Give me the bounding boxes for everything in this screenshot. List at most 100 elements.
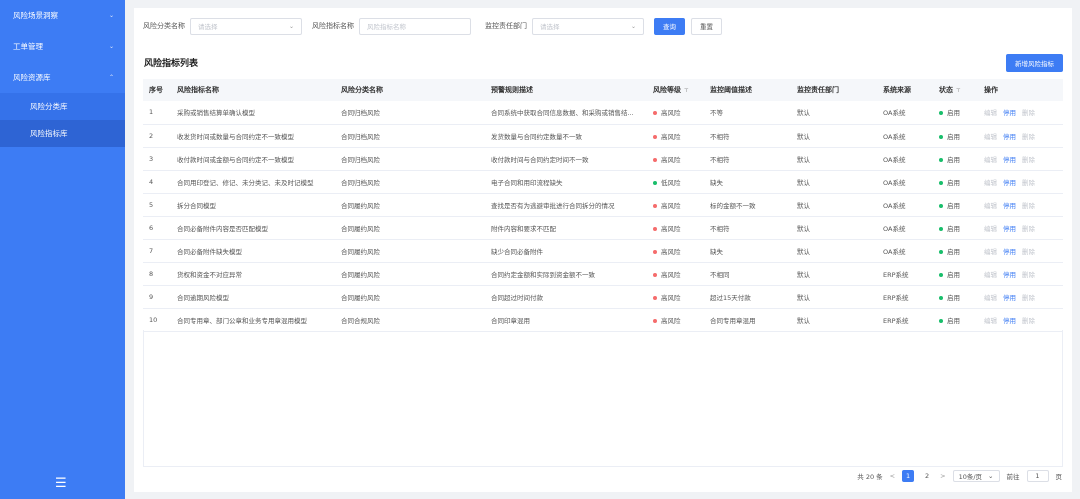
delete-button[interactable]: 删除: [1022, 109, 1035, 117]
cell-source: ERP系统: [883, 293, 909, 302]
page-size-value: 10条/页: [958, 473, 983, 481]
status-dot-icon: [939, 295, 943, 300]
edit-button[interactable]: 编辑: [984, 109, 997, 117]
cell-status: 启用: [933, 170, 978, 193]
chevron-down-icon: ⌄: [108, 43, 114, 50]
cell-category: 合同归档风险: [341, 132, 380, 141]
edit-button[interactable]: 编辑: [984, 317, 997, 325]
cell-rule: 合同印章混用: [491, 316, 530, 325]
status-dot-icon: [939, 249, 943, 254]
header-status-label: 状态: [939, 86, 953, 94]
filter-icon[interactable]: ⊤: [956, 88, 961, 94]
page-2[interactable]: 2: [921, 470, 933, 482]
disable-button[interactable]: 停用: [1003, 225, 1016, 233]
status-text: 启用: [947, 155, 960, 164]
status-text: 启用: [947, 109, 960, 118]
disable-button[interactable]: 停用: [1003, 133, 1016, 141]
cell-rule: 合同超过时间付款: [491, 293, 543, 302]
category-placeholder: 请选择: [198, 23, 218, 31]
edit-button[interactable]: 编辑: [984, 225, 997, 233]
status-text: 启用: [947, 132, 960, 141]
cell-status: 启用: [933, 285, 978, 308]
status-dot-icon: [939, 111, 943, 116]
cell-ops: 编辑 停用 删除: [978, 147, 1063, 170]
delete-button[interactable]: 删除: [1022, 179, 1035, 187]
page-1[interactable]: 1: [902, 470, 915, 482]
cell-no: 7: [149, 246, 154, 255]
prev-page-icon[interactable]: <: [890, 472, 895, 480]
cell-ops: 编辑 停用 删除: [978, 285, 1063, 308]
cell-category: 合同归档风险: [341, 155, 380, 164]
menu-risk-resource[interactable]: 风险资源库 ⌃: [0, 62, 125, 93]
delete-button[interactable]: 删除: [1022, 225, 1035, 233]
delete-button[interactable]: 删除: [1022, 156, 1035, 164]
dept-select[interactable]: 请选择 ⌄: [532, 17, 644, 35]
cell-no: 2: [149, 131, 154, 140]
page-size-select[interactable]: 10条/页 ⌄: [952, 470, 1000, 482]
risk-dot-icon: [653, 134, 657, 139]
cell-rule: 合同系统中获取合同信息数据、和采购或销售结...: [491, 109, 634, 118]
table-row: 7 合同必备附件缺失模型 合同履约风险 缺少合同必备附件 高风险 缺失 默认 OA系统 启用 编辑…: [143, 239, 1063, 262]
add-indicator-button[interactable]: 新增风险指标: [1006, 54, 1063, 72]
edit-button[interactable]: 编辑: [984, 202, 997, 210]
delete-button[interactable]: 删除: [1022, 202, 1035, 210]
edit-button[interactable]: 编辑: [984, 133, 997, 141]
query-button[interactable]: 查询: [654, 17, 685, 35]
edit-button[interactable]: 编辑: [984, 156, 997, 164]
goto-input[interactable]: 1: [1026, 470, 1049, 482]
delete-button[interactable]: 删除: [1022, 133, 1035, 141]
cell-rule: 发货数量与合同约定数量不一致: [491, 132, 582, 141]
header-status: 状态 ⊤: [933, 79, 978, 101]
category-select[interactable]: 请选择 ⌄: [190, 17, 302, 35]
disable-button[interactable]: 停用: [1003, 294, 1016, 302]
indicator-label: 风险指标名称: [312, 22, 354, 30]
cell-rule: 缺少合同必备附件: [491, 247, 543, 256]
chevron-down-icon: ⌄: [288, 22, 294, 30]
cell-source: OA系统: [883, 201, 906, 210]
table-header-row: 序号 风险指标名称 风险分类名称 预警规则描述 风险等级 ⊤ 监控阈值描述 监控责…: [143, 79, 1063, 101]
chevron-up-icon: ⌃: [108, 74, 114, 81]
menu-risk-scenario[interactable]: 风险场景洞察 ⌄: [0, 0, 125, 31]
edit-button[interactable]: 编辑: [984, 271, 997, 279]
delete-button[interactable]: 删除: [1022, 248, 1035, 256]
level-text: 高风险: [661, 247, 681, 256]
delete-button[interactable]: 删除: [1022, 294, 1035, 302]
disable-button[interactable]: 停用: [1003, 109, 1016, 117]
cell-status: 启用: [933, 262, 978, 285]
dept-placeholder: 请选择: [540, 23, 560, 31]
delete-button[interactable]: 删除: [1022, 317, 1035, 325]
header-category: 风险分类名称: [341, 86, 383, 94]
menu-collapse-icon[interactable]: ☰: [55, 476, 67, 491]
next-page-icon[interactable]: >: [940, 472, 945, 480]
sidebar-item-risk-category[interactable]: 风险分类库: [0, 93, 125, 120]
disable-button[interactable]: 停用: [1003, 179, 1016, 187]
filter-bar: 风险分类名称 请选择 ⌄ 风险指标名称 风险指标名称 监控责任部门 请选择 ⌄ …: [143, 17, 722, 35]
disable-button[interactable]: 停用: [1003, 156, 1016, 164]
cell-level: 高风险: [647, 308, 704, 331]
disable-button[interactable]: 停用: [1003, 248, 1016, 256]
cell-ops: 编辑 停用 删除: [978, 101, 1063, 124]
level-text: 高风险: [661, 270, 681, 279]
filter-icon[interactable]: ⊤: [684, 88, 689, 94]
risk-dot-icon: [653, 226, 657, 231]
level-text: 高风险: [661, 293, 681, 302]
edit-button[interactable]: 编辑: [984, 248, 997, 256]
disable-button[interactable]: 停用: [1003, 317, 1016, 325]
disable-button[interactable]: 停用: [1003, 271, 1016, 279]
disable-button[interactable]: 停用: [1003, 202, 1016, 210]
indicator-input[interactable]: 风险指标名称: [359, 17, 471, 35]
header-dept: 监控责任部门: [797, 86, 839, 94]
edit-button[interactable]: 编辑: [984, 179, 997, 187]
table-row: 10 合同专用章、部门公章和业务专用章混用模型 合同合规风险 合同印章混用 高风险 合同专…: [143, 308, 1063, 331]
header-no: 序号: [149, 86, 163, 94]
edit-button[interactable]: 编辑: [984, 294, 997, 302]
table-body: 1 采购或销售结算单确认模型 合同归档风险 合同系统中获取合同信息数据、和采购或销售结…: [143, 101, 1063, 331]
menu-work-order[interactable]: 工单管理 ⌄: [0, 31, 125, 62]
indicator-table: 序号 风险指标名称 风险分类名称 预警规则描述 风险等级 ⊤ 监控阈值描述 监控责…: [143, 79, 1063, 332]
reset-button[interactable]: 重置: [691, 17, 722, 35]
delete-button[interactable]: 删除: [1022, 271, 1035, 279]
cell-no: 9: [149, 292, 154, 301]
table-row: 1 采购或销售结算单确认模型 合同归档风险 合同系统中获取合同信息数据、和采购或销售结…: [143, 101, 1063, 124]
cell-name: 合同用印登记、修记、未分类记、未及时记模型: [177, 178, 314, 187]
sidebar-item-risk-indicator[interactable]: 风险指标库: [0, 120, 125, 147]
